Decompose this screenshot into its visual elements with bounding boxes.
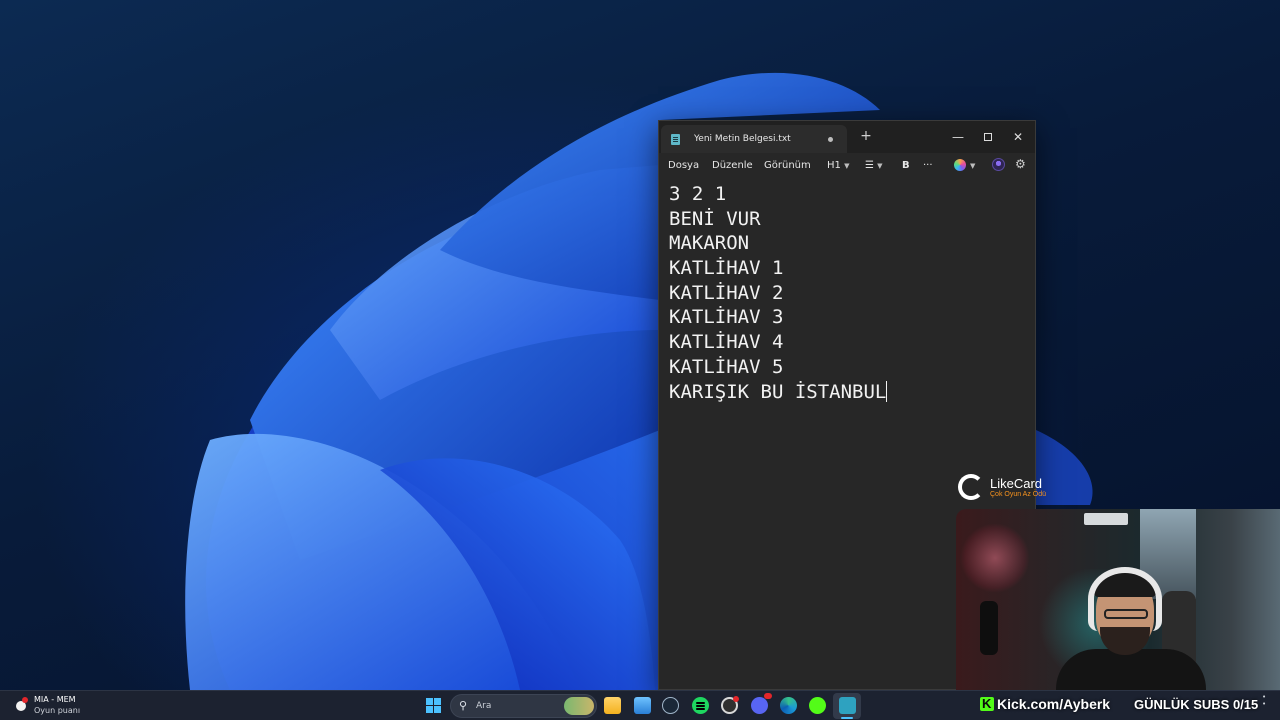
notepad-icon[interactable] — [839, 697, 856, 714]
menu-view[interactable]: Görünüm — [764, 160, 811, 171]
title-bar: Yeni Metin Belgesi.txt + — ✕ — [659, 121, 1035, 153]
text-line: KATLİHAV 1 — [669, 257, 784, 280]
text-line: 3 2 1 — [669, 183, 727, 205]
more-options-button[interactable]: ··· — [923, 160, 933, 171]
account-avatar-icon[interactable] — [992, 158, 1005, 171]
steam-icon[interactable] — [662, 697, 679, 714]
notepad-file-icon — [671, 133, 680, 145]
spotify-icon[interactable] — [692, 697, 709, 714]
menu-file[interactable]: Dosya — [668, 160, 699, 171]
taskbar-search-box[interactable]: ⚲ Ara — [450, 694, 597, 718]
file-explorer-icon[interactable] — [604, 697, 621, 714]
text-line: KATLİHAV 2 — [669, 281, 784, 304]
active-indicator — [841, 717, 853, 719]
daily-subs-goal: GÜNLÜK SUBS 0/15 — [1134, 697, 1259, 712]
glasses — [1104, 609, 1148, 619]
heading-dropdown[interactable]: H1 ▼ — [827, 160, 849, 171]
cherry-blossom-decor — [960, 523, 1030, 593]
air-conditioner — [1084, 513, 1128, 525]
microphone — [980, 601, 998, 655]
text-line: BENİ VUR — [669, 207, 761, 230]
likecard-logo: LikeCard Çok Oyun Az Ödü — [958, 474, 1058, 504]
maximize-icon — [984, 133, 992, 141]
tab-document[interactable]: Yeni Metin Belgesi.txt — [661, 125, 847, 153]
new-tab-button[interactable]: + — [859, 128, 873, 144]
tray-overflow-icon[interactable]: • • — [1262, 694, 1266, 708]
menu-edit[interactable]: Düzenle — [712, 160, 753, 171]
likecard-tagline: Çok Oyun Az Ödü — [990, 491, 1047, 498]
kick-logo-icon — [980, 696, 994, 711]
bold-button[interactable]: B — [902, 160, 910, 171]
likecard-name: LikeCard — [990, 476, 1043, 491]
widget-subtitle: Oyun puanı — [34, 706, 81, 715]
likecard-logo-mark-icon — [958, 474, 984, 500]
text-caret — [886, 380, 888, 402]
tab-title: Yeni Metin Belgesi.txt — [694, 134, 791, 144]
discord-icon[interactable] — [751, 693, 772, 714]
obs-icon[interactable] — [721, 696, 739, 714]
start-button[interactable] — [426, 698, 441, 713]
list-dropdown[interactable]: ☰ ▼ — [865, 160, 883, 171]
heading-label: H1 — [827, 160, 841, 171]
menu-bar: Dosya Düzenle Görünüm H1 ▼ ☰ ▼ B ··· ▼ ⚙ — [659, 153, 1035, 179]
windows-logo-icon — [426, 698, 433, 705]
maximize-button[interactable] — [973, 121, 1003, 153]
windows-logo-icon — [434, 698, 441, 705]
unsaved-dot-icon[interactable] — [828, 137, 833, 142]
headset — [1088, 567, 1162, 631]
kick-app-icon[interactable] — [809, 697, 826, 714]
search-placeholder: Ara — [476, 701, 492, 711]
text-line: KATLİHAV 5 — [669, 355, 784, 378]
text-line-last: KARIŞIK BU İSTANBUL — [669, 380, 1025, 405]
close-button[interactable]: ✕ — [1003, 121, 1033, 153]
windows-logo-icon — [426, 706, 433, 713]
search-highlight-icon — [564, 697, 594, 715]
text-line-content: KARIŞIK BU İSTANBUL — [669, 380, 887, 403]
text-line: KATLİHAV 3 — [669, 306, 784, 329]
settings-gear-icon[interactable]: ⚙ — [1015, 157, 1026, 171]
widget-title: MIA - MEM — [34, 695, 76, 704]
chevron-down-icon[interactable]: ▼ — [970, 162, 975, 170]
music-widget-icon — [16, 697, 28, 711]
streamer-body — [1056, 649, 1206, 690]
chevron-down-icon: ▼ — [877, 162, 883, 170]
edge-icon[interactable] — [780, 697, 797, 714]
text-line: KATLİHAV 4 — [669, 331, 784, 354]
windows-logo-icon — [434, 706, 441, 713]
text-line: MAKARON — [669, 232, 750, 255]
webcam-overlay — [956, 509, 1280, 690]
list-icon: ☰ — [865, 160, 874, 171]
search-icon: ⚲ — [459, 699, 468, 712]
chevron-down-icon: ▼ — [844, 162, 850, 170]
minimize-button[interactable]: — — [943, 121, 973, 153]
kick-channel-url: Kick.com/Ayberk — [997, 696, 1111, 712]
copilot-icon[interactable] — [954, 159, 966, 171]
photos-icon[interactable] — [634, 697, 651, 714]
